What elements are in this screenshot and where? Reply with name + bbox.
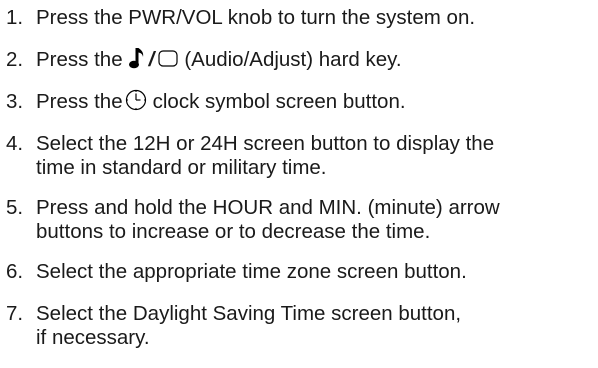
step-text-before: Press the [36,48,123,71]
clock-icon [125,89,147,111]
step-text-line-2: buttons to increase or to decrease the t… [36,220,431,243]
list-item-step-1: 1. Press the PWR/VOL knob to turn the sy… [6,6,594,30]
instruction-list: 1. Press the PWR/VOL knob to turn the sy… [6,6,594,368]
step-number: 2. [6,48,24,71]
step-text-before: Press the [36,90,123,113]
step-text: Press the PWR/VOL knob to turn the syste… [36,6,476,29]
step-text-line-1: Press and hold the HOUR and MIN. (minute… [36,196,500,219]
step-text-line-1: Select the 12H or 24H screen button to d… [36,132,495,155]
list-item-step-3: 3. Press the clock symbol screen button. [6,89,594,114]
step-text-after: clock symbol screen button. [152,90,406,113]
list-item-step-6: 6. Select the appropriate time zone scre… [6,260,594,284]
step-number: 7. [6,302,24,325]
music-note-icon [128,47,145,69]
step-text: Press the / (Audio/Adjust) hard key. [36,47,594,72]
step-text-line-1: Select the Daylight Saving Time screen b… [36,302,462,325]
list-item-step-2: 2. Press the / (Audio/Adjust) hard key. [6,47,594,72]
list-item-step-7: 7. Select the Daylight Saving Time scree… [6,302,594,350]
step-text-line-2: time in standard or military time. [36,156,327,179]
list-item-step-4: 4. Select the 12H or 24H screen button t… [6,132,594,180]
screen-button-icon [158,49,178,68]
step-number: 5. [6,196,24,219]
step-number: 1. [6,6,24,29]
list-item-step-5: 5. Press and hold the HOUR and MIN. (min… [6,196,594,244]
step-text-after: (Audio/Adjust) hard key. [184,48,402,71]
step-text: Select the appropriate time zone screen … [36,260,467,283]
step-number: 4. [6,132,24,155]
slash-separator: / [148,48,155,71]
step-text: Press the clock symbol screen button. [36,89,594,114]
step-text-line-2: if necessary. [36,326,150,349]
step-number: 6. [6,260,24,283]
step-number: 3. [6,90,24,113]
